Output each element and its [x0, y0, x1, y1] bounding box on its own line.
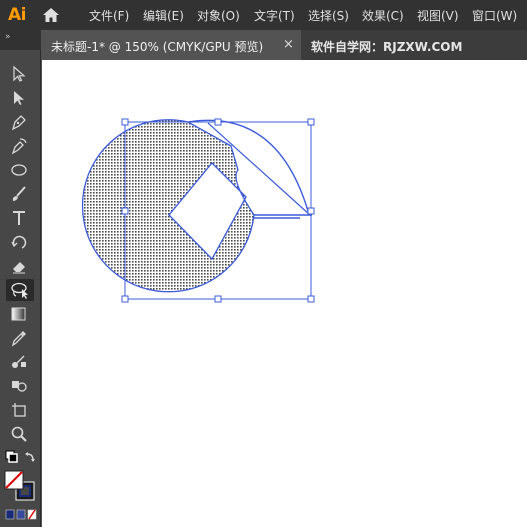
ellipse-tool-icon[interactable] [6, 159, 34, 181]
type-tool-icon[interactable] [6, 207, 34, 229]
collapse-toolbar-button[interactable]: » [5, 32, 11, 42]
selection-tool-icon[interactable] [6, 63, 34, 85]
menu-file[interactable]: 文件(F) [89, 7, 129, 24]
menu-view[interactable]: 视图(V) [417, 7, 459, 24]
handle-top-right [307, 118, 315, 126]
fill-stroke-defaults [5, 450, 37, 468]
artwork[interactable] [42, 60, 527, 527]
app-logo: Ai [8, 5, 26, 25]
menu-edit[interactable]: 编辑(E) [143, 7, 184, 24]
menu-bar: Ai 文件(F) 编辑(E) 对象(O) 文字(T) 选择(S) 效果(C) 视… [0, 0, 527, 30]
menu-window[interactable]: 窗口(W) [472, 7, 517, 24]
bar-path[interactable] [254, 214, 312, 219]
color-mode-buttons[interactable] [5, 506, 37, 520]
eraser-tool-icon[interactable] [6, 255, 34, 277]
watermark-label: 软件自学网：RJZXW.COM [311, 40, 463, 54]
handle-bottom-left [121, 295, 129, 303]
rotate-tool-icon[interactable] [6, 231, 34, 253]
handle-top-middle [214, 118, 222, 126]
artboard-tool-icon[interactable] [6, 399, 34, 421]
paintbrush-tool-icon[interactable] [6, 183, 34, 205]
tab-close-button[interactable]: × [283, 37, 294, 52]
handle-top-left [121, 118, 129, 126]
menu-select[interactable]: 选择(S) [308, 7, 349, 24]
default-colors-icon[interactable] [5, 450, 37, 468]
handle-bottom-middle [214, 295, 222, 303]
shape-builder-tool-icon[interactable] [6, 375, 34, 397]
handle-middle-right [307, 207, 315, 215]
menu-type[interactable]: 文字(T) [254, 7, 295, 24]
lasso-tool-icon[interactable] [6, 279, 34, 301]
handle-middle-left [121, 207, 129, 215]
menu-effect[interactable]: 效果(C) [362, 7, 404, 24]
tab-watermark: 软件自学网：RJZXW.COM [303, 30, 527, 60]
gradient-tool-icon[interactable] [6, 303, 34, 325]
menu-object[interactable]: 对象(O) [197, 7, 240, 24]
fill-stroke-swatches[interactable] [4, 470, 36, 502]
artboard-canvas[interactable] [42, 60, 527, 527]
document-tab-bar: 未标题-1* @ 150% (CMYK/GPU 预览) × 软件自学网：RJZX… [41, 30, 527, 60]
blend-tool-icon[interactable] [6, 351, 34, 373]
tools-panel [0, 50, 41, 527]
coin-shape[interactable] [81, 119, 255, 293]
home-icon[interactable] [41, 6, 63, 24]
tab-document-label: 未标题-1* @ 150% (CMYK/GPU 预览) [51, 40, 264, 54]
curvature-tool-icon[interactable] [6, 135, 34, 157]
pen-tool-icon[interactable] [6, 111, 34, 133]
zoom-tool-icon[interactable] [6, 423, 34, 445]
handle-bottom-right [307, 295, 315, 303]
tab-document[interactable]: 未标题-1* @ 150% (CMYK/GPU 预览) × [41, 30, 301, 60]
direct-selection-tool-icon[interactable] [6, 87, 34, 109]
eyedropper-tool-icon[interactable] [6, 327, 34, 349]
